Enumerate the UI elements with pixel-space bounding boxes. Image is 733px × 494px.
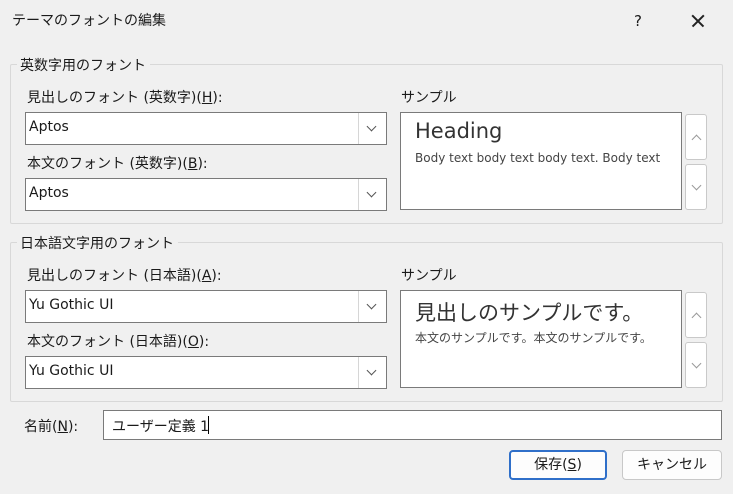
latin-scroll-down-icon[interactable] (685, 164, 707, 210)
japanese-body-font-value: Yu Gothic UI (29, 363, 114, 379)
latin-group-label: 英数字用のフォント (17, 55, 150, 75)
japanese-heading-font-value: Yu Gothic UI (29, 297, 114, 313)
japanese-scroll-down-icon[interactable] (685, 342, 707, 388)
japanese-group-label: 日本語文字用のフォント (17, 233, 178, 253)
japanese-body-font-label: 本文のフォント (日本語)(O): (27, 334, 210, 350)
latin-heading-font-value: Aptos (29, 119, 69, 135)
latin-body-font-label: 本文のフォント (英数字)(B): (27, 156, 208, 172)
name-input[interactable]: ユーザー定義 1 (103, 410, 722, 440)
help-button[interactable]: ? (620, 4, 656, 38)
text-caret (208, 416, 209, 434)
name-label: 名前(N): (24, 419, 79, 435)
latin-sample-label: サンプル (401, 90, 457, 106)
chevron-down-icon[interactable] (358, 357, 386, 388)
japanese-heading-font-combo[interactable]: Yu Gothic UI (25, 290, 387, 323)
latin-scroll-up-icon[interactable] (685, 114, 707, 160)
save-button[interactable]: 保存(S) (509, 450, 607, 480)
japanese-sample-preview: 見出しのサンプルです。 本文のサンプルです。本文のサンプルです。 (400, 290, 682, 388)
latin-sample-heading: Heading (415, 119, 503, 143)
close-icon[interactable] (678, 4, 718, 38)
latin-heading-font-combo[interactable]: Aptos (25, 112, 387, 145)
japanese-sample-heading: 見出しのサンプルです。 (415, 301, 644, 325)
japanese-sample-body: 本文のサンプルです。本文のサンプルです。 (415, 331, 652, 345)
chevron-down-icon[interactable] (358, 179, 386, 210)
edit-theme-fonts-dialog: テーマのフォントの編集 ? 英数字用のフォント 見出しのフォント (英数字)(H… (0, 0, 733, 494)
latin-sample-body: Body text body text body text. Body text (415, 151, 661, 165)
japanese-body-font-combo[interactable]: Yu Gothic UI (25, 356, 387, 389)
latin-heading-font-label: 見出しのフォント (英数字)(H): (27, 90, 223, 106)
cancel-button[interactable]: キャンセル (622, 450, 722, 480)
japanese-heading-font-label: 見出しのフォント (日本語)(A): (27, 268, 222, 284)
name-input-value: ユーザー定義 1 (112, 419, 210, 435)
latin-sample-preview: Heading Body text body text body text. B… (400, 112, 682, 210)
latin-body-font-combo[interactable]: Aptos (25, 178, 387, 211)
chevron-down-icon[interactable] (358, 291, 386, 322)
japanese-sample-label: サンプル (401, 268, 457, 284)
title-bar: テーマのフォントの編集 ? (0, 0, 733, 42)
latin-body-font-value: Aptos (29, 185, 69, 201)
chevron-down-icon[interactable] (358, 113, 386, 144)
dialog-title: テーマのフォントの編集 (12, 13, 166, 29)
japanese-scroll-up-icon[interactable] (685, 292, 707, 338)
